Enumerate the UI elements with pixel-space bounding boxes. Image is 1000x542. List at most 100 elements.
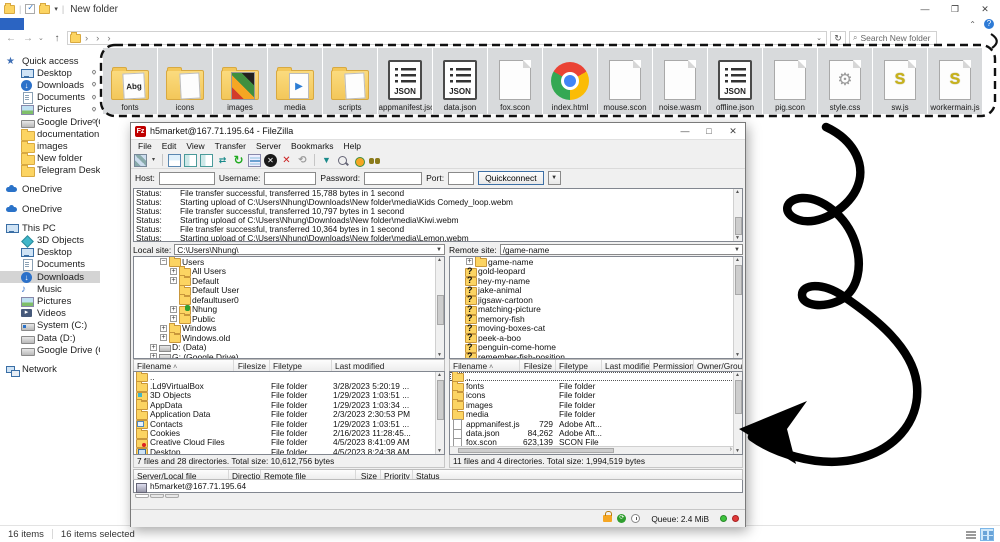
process-queue-icon[interactable] [248,154,261,167]
sidebar-item[interactable]: OneDrive [0,203,100,215]
close-button[interactable]: ✕ [721,123,745,139]
tree-expander-icon[interactable]: + [170,315,177,322]
file-row[interactable]: Creative Cloud Files File folder 4/5/202… [134,438,444,447]
file-tile[interactable]: icons [158,48,212,114]
column-header[interactable]: Last modified [602,360,650,371]
file-tile[interactable]: offline.json [708,48,762,114]
site-manager-dropdown-icon[interactable]: ▾ [150,154,157,167]
queue-tab[interactable] [135,494,149,498]
file-tile[interactable]: data.json [433,48,487,114]
tree-expander-icon[interactable]: + [170,277,177,284]
menu-item[interactable]: Transfer [210,141,251,151]
file-row[interactable]: data.json 84,262 Adobe Aft... [450,428,742,437]
username-input[interactable] [264,172,316,185]
synchronized-browsing-icon[interactable] [352,154,365,167]
column-header[interactable]: Filesize [520,360,556,371]
scrollbar-thumb[interactable] [735,217,742,235]
file-row[interactable]: fonts File folder [450,381,742,390]
tree-item[interactable]: + D: (Data) [134,343,444,353]
file-tile[interactable]: scripts [323,48,377,114]
properties-icon[interactable] [25,4,35,14]
file-tile[interactable]: index.html [543,48,597,114]
find-files-icon[interactable] [368,154,381,167]
remote-list-scrollbar[interactable] [733,372,742,454]
directory-compare-icon[interactable]: ⇄ [216,154,229,167]
tree-item[interactable]: penguin-come-home [450,343,742,353]
remote-horizontal-scrollbar[interactable] [450,446,733,454]
file-search-icon[interactable] [336,154,349,167]
file-tile[interactable]: images [213,48,267,114]
refresh-icon[interactable]: ↻ [232,154,245,167]
sidebar-item[interactable]: OneDrive [0,184,100,196]
sidebar-item[interactable]: Telegram Desktop [0,165,100,177]
sidebar-item[interactable]: Downloads [0,271,100,283]
file-row[interactable]: .. [134,372,444,381]
menu-item[interactable]: Bookmarks [286,141,339,151]
tree-expander-icon[interactable]: − [160,258,167,265]
file-tile[interactable]: appmanifest.json [378,48,432,114]
sidebar-item[interactable]: documentation [0,128,100,140]
menu-item[interactable]: File [133,141,157,151]
recent-locations-icon[interactable]: ⌄ [38,34,47,42]
port-input[interactable] [448,172,474,185]
file-tile[interactable]: pig.scon [763,48,817,114]
tree-item[interactable]: memory-fish [450,314,742,324]
queue-tab[interactable] [165,494,179,498]
reconnect-icon[interactable]: ⟲ [296,154,309,167]
column-header[interactable]: Filename [134,360,234,371]
sidebar-item[interactable]: Videos [0,308,100,320]
ribbon-tab[interactable] [0,18,24,30]
menu-item[interactable]: Help [339,141,366,151]
column-header[interactable]: Owner/Group [694,360,742,371]
queue-tab[interactable] [150,494,164,498]
tree-item[interactable]: + Windows.old [134,333,444,343]
cancel-icon[interactable]: ✕ [264,154,277,167]
sidebar-item[interactable]: Downloads [0,79,100,91]
scrollbar-thumb[interactable] [735,380,742,414]
thumbnail-view-button[interactable] [980,528,994,541]
remote-site-combo[interactable]: /game-name ▼ [500,244,743,255]
scrollbar-thumb[interactable] [437,380,444,420]
tree-expander-icon[interactable]: + [170,306,177,313]
remote-tree-scrollbar[interactable] [733,257,742,358]
local-tree-scrollbar[interactable] [435,257,444,358]
log-scrollbar[interactable] [733,189,742,241]
filter-icon[interactable]: ▼ [320,154,333,167]
column-header[interactable]: Last modified [332,360,444,371]
tree-expander-icon[interactable]: + [466,258,473,265]
file-tile[interactable]: fonts [103,48,157,114]
queue-column-header[interactable]: Status [413,470,742,479]
host-input[interactable] [159,172,215,185]
queue-column-header[interactable]: Remote file [261,470,356,479]
sidebar-item[interactable]: Pictures [0,104,100,116]
search-box[interactable]: ⌕ [849,31,937,45]
column-header[interactable]: Filetype [270,360,332,371]
queue-column-header[interactable]: Direction [229,470,261,479]
qat-dropdown-icon[interactable]: ▾ [54,5,58,13]
sidebar-item[interactable]: Pictures [0,295,100,307]
file-tile[interactable]: media [268,48,322,114]
local-site-combo[interactable]: C:\Users\Nhung\ ▼ [174,244,445,255]
breadcrumb[interactable]: ⌄ [67,31,827,45]
sidebar-item[interactable]: Data (D:) [0,332,100,344]
tree-expander-icon[interactable]: + [150,353,157,359]
password-input[interactable] [364,172,422,185]
scrollbar-thumb[interactable] [458,448,614,453]
tree-expander-icon[interactable]: + [160,334,167,341]
file-row[interactable]: media File folder [450,410,742,419]
scrollbar-thumb[interactable] [437,295,444,325]
column-header[interactable]: Filetype [556,360,602,371]
file-row[interactable]: .Ld9VirtualBox File folder 3/28/2023 5:2… [134,381,444,390]
file-row[interactable]: .. [450,372,742,381]
ribbon-collapse-icon[interactable]: ⌃ [969,20,976,29]
back-icon[interactable]: ← [4,33,18,44]
ribbon-tab[interactable] [24,18,48,30]
sidebar-item[interactable]: Google Drive (G:) [0,344,100,356]
ribbon-tab[interactable] [72,18,96,30]
maximize-button[interactable]: ❐ [940,0,970,18]
tree-item[interactable]: jake-animal [450,286,742,296]
refresh-icon[interactable]: ↻ [830,31,846,45]
tree-item[interactable]: + Windows [134,324,444,334]
tree-expander-icon[interactable]: + [150,344,157,351]
close-button[interactable]: ✕ [970,0,1000,18]
